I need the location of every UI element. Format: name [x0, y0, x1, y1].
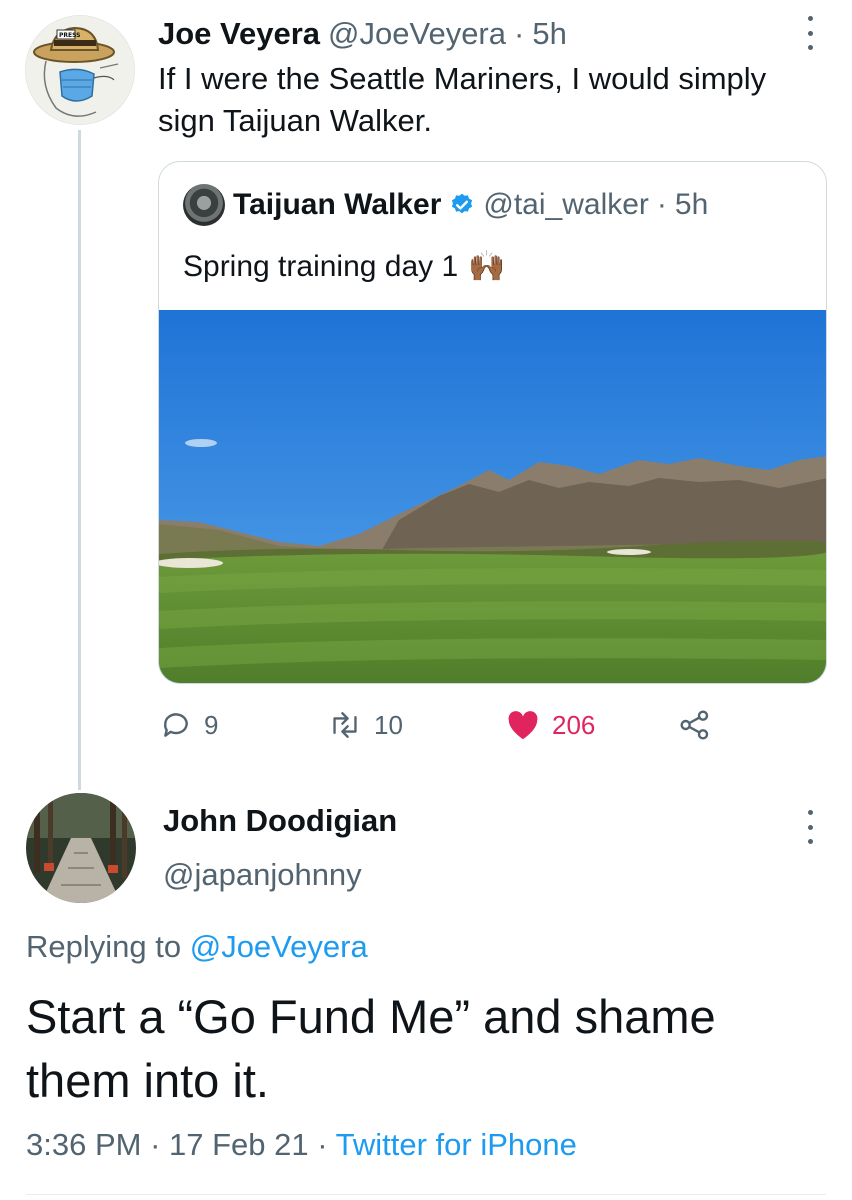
reply-more-options-icon[interactable] — [805, 810, 815, 844]
verified-badge-icon — [452, 193, 473, 214]
meta-separator-2: · — [317, 1127, 328, 1162]
quoted-header-separator: · — [656, 188, 667, 221]
quoted-author-handle: @tai_walker — [483, 188, 649, 221]
tweet-date[interactable]: 17 Feb 21 — [169, 1127, 309, 1162]
tweet-time[interactable]: 5h — [532, 14, 566, 54]
thread-connector-line — [78, 130, 81, 790]
desert-golf-course-photo[interactable] — [159, 310, 827, 684]
like-count: 206 — [552, 709, 596, 740]
replying-to-line: Replying to @JoeVeyera — [26, 929, 368, 965]
quoted-tweet-header: Taijuan Walker @tai_walker · 5h — [183, 184, 708, 226]
reply-button[interactable]: 9 — [160, 700, 218, 750]
joe-veyera-avatar[interactable]: PRESS — [25, 15, 135, 125]
reply-icon — [164, 713, 188, 737]
reply-count: 9 — [204, 709, 219, 740]
author-handle[interactable]: @JoeVeyera — [328, 14, 506, 54]
reply-text: Start a “Go Fund Me” and shame them into… — [26, 990, 716, 1107]
replying-prefix: Replying to — [26, 929, 182, 964]
header-separator: · — [514, 16, 525, 51]
tweet-header: Joe Veyera @JoeVeyera · 5h — [158, 12, 567, 56]
like-button[interactable]: 206 — [506, 700, 595, 750]
replying-to-handle-link[interactable]: @JoeVeyera — [190, 929, 368, 964]
quoted-tweet-time: 5h — [674, 188, 709, 221]
tweet-text: If I were the Seattle Mariners, I would … — [158, 61, 767, 138]
reply-author-handle[interactable]: @japanjohnny — [163, 857, 362, 893]
quoted-tweet-text-row: Spring training day 1 🙌🏾 — [183, 249, 506, 284]
retweet-count: 10 — [374, 709, 403, 740]
john-doodigian-avatar[interactable] — [26, 793, 136, 903]
tweet-source-link[interactable]: Twitter for iPhone — [336, 1127, 577, 1162]
retweet-button[interactable]: 10 — [328, 700, 403, 750]
quoted-tweet-card[interactable]: Taijuan Walker @tai_walker · 5h Spring t… — [158, 161, 827, 684]
svg-text:PRESS: PRESS — [59, 32, 81, 39]
divider — [26, 1194, 826, 1195]
author-name[interactable]: Joe Veyera — [158, 14, 320, 54]
raised-hands-emoji: 🙌🏾 — [468, 250, 506, 283]
taijuan-walker-avatar[interactable] — [183, 184, 225, 226]
more-options-icon[interactable] — [805, 16, 815, 50]
reply-author-name[interactable]: John Doodigian — [163, 803, 397, 839]
press-hat-avatar-icon: PRESS — [26, 16, 134, 124]
quoted-author-name: Taijuan Walker — [233, 188, 442, 221]
share-button[interactable] — [678, 700, 712, 750]
tweet-timestamp[interactable]: 3:36 PM — [26, 1127, 141, 1162]
stone-path-avatar-icon — [26, 793, 136, 903]
heart-icon — [508, 711, 538, 740]
tweet-meta: 3:36 PM · 17 Feb 21 · Twitter for iPhone — [26, 1127, 577, 1163]
share-icon — [680, 710, 709, 740]
retweet-icon — [333, 712, 357, 738]
quoted-tweet-text: Spring training day 1 — [183, 249, 459, 283]
meta-separator: · — [150, 1127, 161, 1162]
tweet-thread: PRESS Joe Veyera @JoeVeyera · 5h If I we… — [0, 0, 852, 1200]
tweet-action-bar: 9 10 206 — [160, 700, 720, 750]
